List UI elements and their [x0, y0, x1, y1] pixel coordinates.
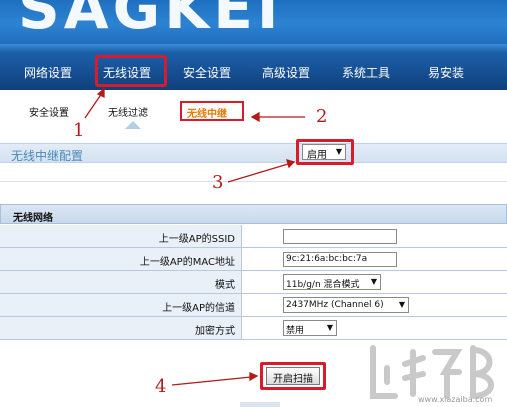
- arrowhead-icon: [249, 372, 259, 382]
- channel-value: 2437MHz (Channel 6): [286, 300, 384, 310]
- callout-number-4: 4: [155, 376, 167, 397]
- ssid-label: 上一级AP的SSID: [0, 225, 242, 247]
- nav-system-tools[interactable]: 系统工具: [342, 64, 390, 81]
- encryption-select[interactable]: 禁用 ▼: [283, 320, 337, 336]
- nav-network-settings[interactable]: 网络设置: [24, 64, 72, 81]
- arrowhead-icon: [96, 87, 105, 99]
- mode-label: 模式: [0, 271, 242, 293]
- banner-stripe: [0, 44, 507, 52]
- callout-number-2: 2: [316, 106, 328, 127]
- callout-number-1: 1: [73, 120, 85, 141]
- mode-select[interactable]: 11b/g/n 混合模式 ▼: [283, 274, 381, 290]
- relay-config-header: 无线中继配置: [0, 143, 507, 163]
- callout-number-3: 3: [212, 172, 224, 193]
- table-row: 模式 11b/g/n 混合模式 ▼: [0, 271, 507, 294]
- callout-arrow-3: [227, 163, 289, 183]
- encryption-label: 加密方式: [0, 317, 242, 339]
- relay-enable-value: 启用: [307, 150, 327, 161]
- ssid-cell: [243, 225, 507, 247]
- subnav-wireless-filter[interactable]: 无线过滤: [108, 104, 148, 119]
- dropdown-arrow-icon: ▼: [335, 147, 342, 156]
- mac-input[interactable]: 9c:21:6a:bc:bc:7a: [283, 252, 397, 267]
- wireless-network-title: 无线网络: [13, 213, 53, 224]
- encryption-value: 禁用: [286, 326, 305, 336]
- ssid-input[interactable]: [283, 229, 397, 244]
- brand-logo: SAGKEI: [18, 0, 283, 42]
- table-row: 上一级AP的信道 2437MHz (Channel 6) ▼: [0, 294, 507, 317]
- channel-select[interactable]: 2437MHz (Channel 6) ▼: [283, 297, 409, 313]
- mac-label: 上一级AP的MAC地址: [0, 248, 242, 270]
- highlight-box-wireless-nav: [95, 55, 167, 87]
- nav-security-settings[interactable]: 安全设置: [183, 64, 231, 81]
- wireless-network-header: 无线网络: [0, 204, 507, 224]
- relay-config-title: 无线中继配置: [11, 149, 84, 163]
- mac-cell: 9c:21:6a:bc:bc:7a: [243, 248, 507, 270]
- channel-label: 上一级AP的信道: [0, 294, 242, 316]
- relay-enable-select[interactable]: 启用 ▼: [302, 144, 346, 161]
- header-banner: SAGKEI: [0, 0, 507, 52]
- subnav-security[interactable]: 安全设置: [29, 104, 69, 119]
- dropdown-arrow-icon: ▼: [370, 277, 377, 286]
- mode-cell: 11b/g/n 混合模式 ▼: [243, 271, 507, 293]
- encryption-cell: 禁用 ▼: [243, 317, 507, 339]
- subnav-wireless-relay[interactable]: 无线中继: [180, 101, 244, 121]
- table-row: 加密方式 禁用 ▼: [0, 317, 507, 340]
- nav-easy-install[interactable]: 易安装: [428, 64, 464, 81]
- start-scan-button[interactable]: 开启扫描: [266, 367, 320, 385]
- subnav-pointer-icon: [125, 121, 141, 129]
- nav-advanced-settings[interactable]: 高级设置: [262, 64, 310, 81]
- channel-cell: 2437MHz (Channel 6) ▼: [243, 294, 507, 316]
- bottom-bar: [240, 402, 280, 407]
- callout-arrow-4: [171, 376, 252, 386]
- callout-arrow-1: [84, 92, 103, 119]
- section-divider: [0, 181, 507, 182]
- mode-value: 11b/g/n 混合模式: [286, 280, 360, 290]
- table-row: 上一级AP的MAC地址 9c:21:6a:bc:bc:7a: [0, 248, 507, 271]
- dropdown-arrow-icon: ▼: [398, 300, 405, 309]
- arrowhead-icon: [250, 111, 260, 123]
- table-row: 上一级AP的SSID: [0, 225, 507, 248]
- dropdown-arrow-icon: ▼: [326, 323, 333, 332]
- watermark-url: www.xiazaiba.com: [418, 395, 493, 404]
